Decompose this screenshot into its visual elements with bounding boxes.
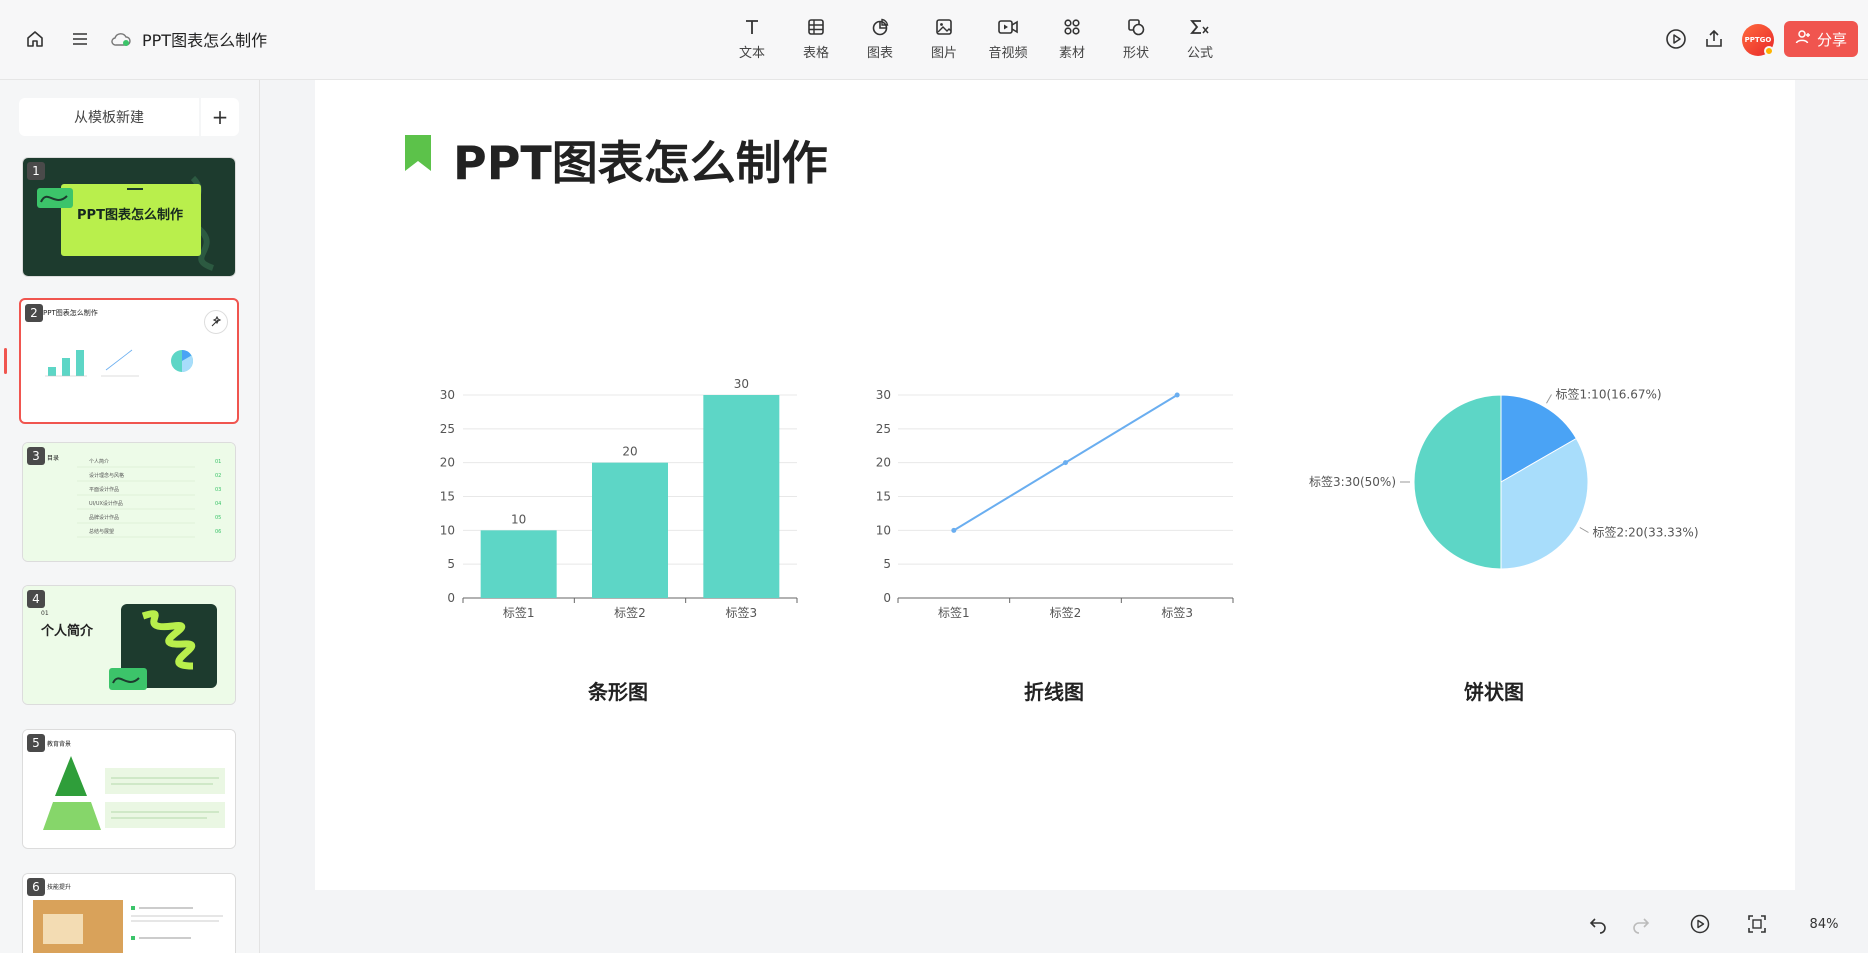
bar-chart-x-tick-label: 标签3	[726, 605, 758, 620]
bar-chart-caption[interactable]: 条形图	[588, 676, 648, 705]
line-chart-x-tick-label: 标签1	[938, 605, 970, 620]
bar-chart-y-tick-label: 15	[440, 490, 455, 504]
bar-chart-y-tick-label: 30	[440, 388, 455, 402]
slide-number: 1	[27, 162, 45, 180]
bar-chart-data-label: 30	[734, 377, 749, 391]
line-chart-y-tick-label: 30	[876, 388, 891, 402]
bar-chart-data-label: 10	[511, 512, 526, 526]
line-chart-caption[interactable]: 折线图	[1024, 676, 1084, 705]
bottom-bar	[260, 890, 1868, 953]
bar-chart-x-tick-label: 标签1	[503, 605, 535, 620]
slide-number: 6	[27, 878, 45, 896]
bar-chart-bar	[592, 462, 668, 598]
app-root: PPT图表怎么制作 文本 表格 图表 图片 音视频 素材 形状 公式 PPTGO…	[0, 0, 1868, 953]
line-chart-y-tick-label: 5	[883, 557, 891, 571]
slide-number: 5	[27, 734, 45, 752]
bar-chart-y-tick-label: 0	[447, 591, 455, 605]
redo-icon[interactable]	[1628, 911, 1654, 937]
line-chart-x-tick-label: 标签3	[1161, 605, 1193, 620]
bar-chart-x-tick-label: 标签2	[614, 605, 646, 620]
pie-chart-slice	[1413, 394, 1502, 570]
pie-chart-slice-label: 标签2:20(33.33%)	[1592, 525, 1698, 540]
line-chart-y-tick-label: 10	[876, 523, 891, 537]
line-chart-point	[1174, 392, 1180, 398]
bar-chart-y-tick-label: 20	[440, 456, 455, 470]
bar-chart-y-tick-label: 5	[447, 557, 455, 571]
pie-chart-leader-line	[1579, 527, 1589, 533]
undo-icon[interactable]	[1585, 911, 1611, 937]
line-chart-y-tick-label: 15	[876, 490, 891, 504]
line-chart-y-tick-label: 0	[883, 591, 891, 605]
pie-chart-slice-label: 标签1:10(16.67%)	[1556, 387, 1662, 402]
bar-chart-bar	[480, 530, 557, 598]
pie-chart-leader-line	[1546, 394, 1552, 404]
line-chart-point	[1063, 460, 1068, 466]
fit-screen-icon[interactable]	[1744, 911, 1770, 937]
slide-number: 2	[25, 304, 43, 322]
bar-chart-y-tick-label: 10	[440, 523, 455, 537]
bar-chart-data-label: 20	[622, 445, 637, 459]
bar-chart-y-tick-label: 25	[440, 422, 455, 436]
line-chart-y-tick-label: 25	[876, 422, 891, 436]
slide-number: 3	[27, 447, 45, 465]
zoom-level[interactable]: 84%	[1796, 910, 1852, 938]
slide-number: 4	[27, 590, 45, 608]
charts-layer[interactable]: 051015202530标签1 标签2 标签3102030051015202530标…	[0, 0, 1868, 953]
pie-chart-caption[interactable]: 饼状图	[1464, 676, 1524, 705]
line-chart-y-tick-label: 20	[876, 456, 891, 470]
present-icon[interactable]	[1687, 911, 1713, 937]
line-chart-x-tick-label: 标签2	[1050, 605, 1082, 620]
line-chart-point	[951, 527, 957, 533]
pie-chart-slice-label: 标签3:30(50%)	[1309, 474, 1396, 489]
bar-chart-bar	[703, 395, 780, 598]
